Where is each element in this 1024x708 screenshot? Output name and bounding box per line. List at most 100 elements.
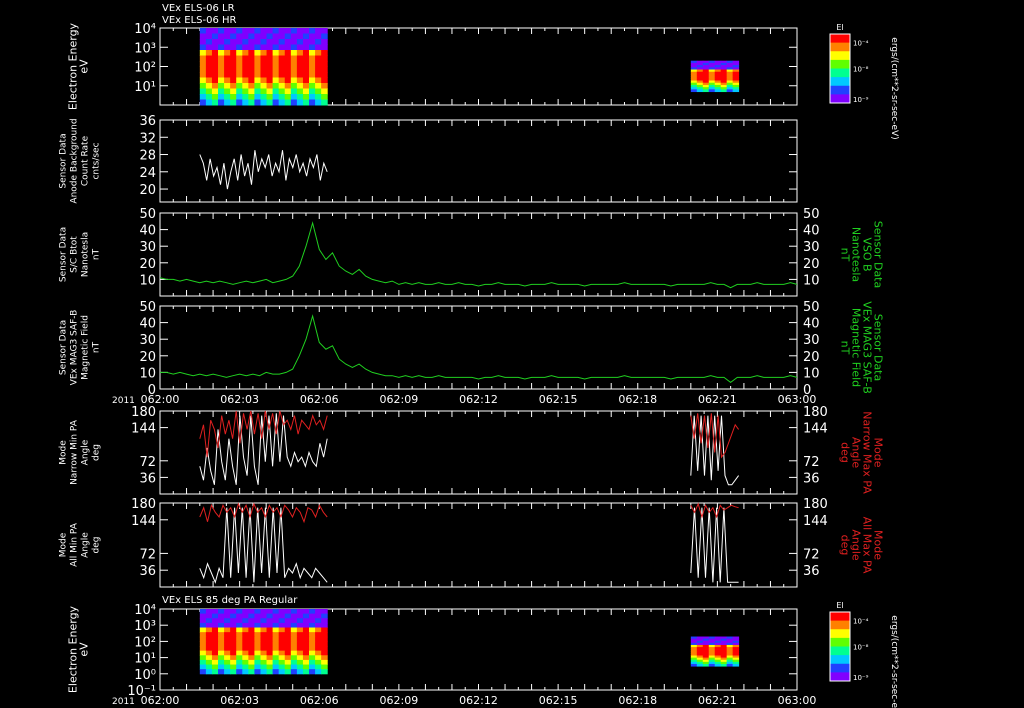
heatmap-cell <box>278 641 286 647</box>
heatmap-cell <box>284 646 292 652</box>
heatmap-cell <box>296 636 304 642</box>
heatmap-cell <box>321 650 328 656</box>
heatmap-cell <box>218 94 225 100</box>
heatmap-cell <box>230 659 237 666</box>
y-axis-label-right: ModeAll Max PAAngledeg <box>839 517 885 574</box>
heatmap-cell <box>230 55 237 62</box>
heatmap-cell <box>315 664 322 670</box>
heatmap-cell <box>211 83 219 89</box>
heatmap-cell <box>211 44 219 51</box>
heatmap-cell <box>260 94 268 100</box>
heatmap-cell <box>260 646 268 652</box>
heatmap-cell <box>284 39 292 45</box>
heatmap-cell <box>284 61 292 67</box>
heatmap-cell <box>260 627 268 633</box>
heatmap-cell <box>290 99 298 106</box>
heatmap-cell <box>224 655 231 661</box>
heatmap-cell <box>224 44 231 51</box>
heatmap-cell <box>230 632 237 638</box>
heatmap-cell <box>248 77 255 84</box>
heatmap-cell <box>254 641 261 647</box>
heatmap-cell <box>266 77 274 84</box>
heatmap-cell <box>224 636 231 642</box>
heatmap-cell <box>218 627 225 633</box>
heatmap-cell <box>284 33 292 40</box>
heatmap-cell <box>290 94 298 100</box>
heatmap-cell <box>290 646 298 652</box>
heatmap-cell <box>296 627 304 633</box>
heatmap-cell <box>272 669 280 675</box>
heatmap-cell <box>218 646 225 652</box>
heatmap-cell <box>236 50 243 56</box>
heatmap-cell <box>205 66 213 73</box>
heatmap-cell <box>272 44 280 51</box>
heatmap-cell <box>199 55 207 62</box>
heatmap-cell <box>224 28 231 34</box>
heatmap-cell <box>278 88 286 95</box>
heatmap-cell <box>272 55 280 62</box>
colorbar-tick-label: 10⁻⁹ <box>853 674 869 682</box>
heatmap-cell <box>309 632 316 638</box>
heatmap-cell <box>278 632 286 638</box>
heatmap-cell <box>260 669 268 675</box>
heatmap-cell <box>321 44 328 51</box>
heatmap-cell <box>254 50 261 56</box>
time-tick-label: 062:15 <box>539 694 578 707</box>
heatmap-cell <box>290 641 298 647</box>
heatmap-cell <box>315 646 322 652</box>
time-tick-label: 062:03 <box>220 393 259 406</box>
heatmap-cell <box>290 669 298 675</box>
heatmap-cell <box>218 622 225 629</box>
heatmap-cell <box>296 44 304 51</box>
heatmap-cell <box>211 99 219 106</box>
heatmap-cell <box>702 663 710 667</box>
heatmap-cell <box>278 83 286 89</box>
heatmap-cell <box>199 636 207 642</box>
y-tick-label-right: 20 <box>803 257 820 272</box>
y-axis-label-line: Angle <box>81 532 91 558</box>
heatmap-cell <box>254 66 261 73</box>
heatmap-cell <box>309 28 316 34</box>
heatmap-cell <box>296 33 304 40</box>
heatmap-cell <box>224 650 231 656</box>
heatmap-cell <box>278 622 286 629</box>
y-tick-label: 10⁰ <box>134 668 156 683</box>
heatmap-cell <box>302 99 310 106</box>
heatmap-cell <box>260 650 268 656</box>
heatmap-cell <box>199 28 207 34</box>
heatmap-cell <box>290 66 298 73</box>
heatmap-cell <box>260 622 268 629</box>
heatmap-cell <box>242 655 249 661</box>
heatmap-cell <box>278 39 286 45</box>
heatmap-cell <box>230 655 237 661</box>
heatmap-cell <box>321 641 328 647</box>
y-axis-label-line: Mode <box>59 532 69 557</box>
heatmap-cell <box>284 669 292 675</box>
colorbar-units: ergs/(cm**2-sr-sec-eV) <box>889 615 899 708</box>
heatmap-cell <box>230 39 237 45</box>
heatmap-cell <box>236 655 243 661</box>
y-axis-label: Sensor DataVEx MAG3 SAF-BMagnetic Fieldn… <box>59 310 102 386</box>
heatmap-cell <box>302 609 310 615</box>
heatmap-cell <box>284 99 292 106</box>
y-tick-label: 30 <box>139 333 156 348</box>
heatmap-cell <box>272 99 280 106</box>
heatmap-cell <box>284 655 292 661</box>
heatmap-cell <box>260 609 268 615</box>
heatmap-cell <box>315 609 322 615</box>
heatmap-cell <box>284 44 292 51</box>
heatmap-cell <box>272 39 280 45</box>
y-tick-label-right: 72 <box>803 455 820 470</box>
heatmap-cell <box>218 28 225 34</box>
time-tick-label: 062:00 <box>141 393 180 406</box>
y-axis-label: ModeNarrow Min PAAngledeg <box>59 419 102 485</box>
y-axis-label-line: All Min PA <box>70 522 80 567</box>
time-tick-label: 062:09 <box>380 694 419 707</box>
heatmap-cell <box>278 636 286 642</box>
heatmap-cell <box>260 77 268 84</box>
heatmap-cell <box>302 655 310 661</box>
heatmap-cell <box>260 613 268 619</box>
heatmap-cell <box>224 61 231 67</box>
y-tick-label: 10¹ <box>134 80 156 95</box>
heatmap-cell <box>266 88 274 95</box>
